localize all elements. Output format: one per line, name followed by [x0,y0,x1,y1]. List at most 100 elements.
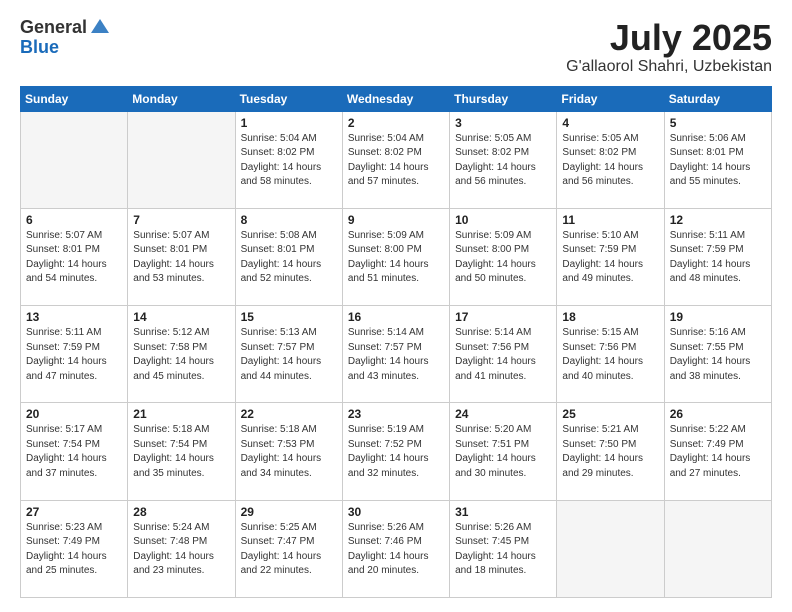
calendar-week-row: 27 Sunrise: 5:23 AM Sunset: 7:49 PM Dayli… [21,500,772,597]
calendar-cell: 23 Sunrise: 5:19 AM Sunset: 7:52 PM Dayli… [342,403,449,500]
day-info: Sunrise: 5:11 AM Sunset: 7:59 PM Dayligh… [670,229,766,287]
day-info: Sunrise: 5:24 AM Sunset: 7:48 PM Dayligh… [133,521,229,579]
calendar-cell [128,111,235,208]
day-info: Sunrise: 5:05 AM Sunset: 8:02 PM Dayligh… [455,132,551,190]
day-info: Sunrise: 5:14 AM Sunset: 7:57 PM Dayligh… [348,326,444,384]
page: General Blue July 2025 G'allaorol Shahri… [0,0,792,612]
day-info: Sunrise: 5:17 AM Sunset: 7:54 PM Dayligh… [26,423,122,481]
logo-icon [89,15,111,37]
calendar-cell: 4 Sunrise: 5:05 AM Sunset: 8:02 PM Daylig… [557,111,664,208]
day-number: 5 [670,116,766,130]
day-info: Sunrise: 5:05 AM Sunset: 8:02 PM Dayligh… [562,132,658,190]
day-info: Sunrise: 5:25 AM Sunset: 7:47 PM Dayligh… [241,521,337,579]
calendar-cell: 15 Sunrise: 5:13 AM Sunset: 7:57 PM Dayli… [235,306,342,403]
calendar-cell: 26 Sunrise: 5:22 AM Sunset: 7:49 PM Dayli… [664,403,771,500]
day-number: 18 [562,310,658,324]
calendar-header-row: SundayMondayTuesdayWednesdayThursdayFrid… [21,86,772,111]
calendar-cell: 16 Sunrise: 5:14 AM Sunset: 7:57 PM Dayli… [342,306,449,403]
day-number: 29 [241,505,337,519]
day-number: 31 [455,505,551,519]
day-number: 24 [455,407,551,421]
day-number: 7 [133,213,229,227]
calendar-cell: 12 Sunrise: 5:11 AM Sunset: 7:59 PM Dayli… [664,208,771,305]
calendar-cell: 10 Sunrise: 5:09 AM Sunset: 8:00 PM Dayli… [450,208,557,305]
calendar-header-thursday: Thursday [450,86,557,111]
calendar-cell: 1 Sunrise: 5:04 AM Sunset: 8:02 PM Daylig… [235,111,342,208]
calendar-cell: 22 Sunrise: 5:18 AM Sunset: 7:53 PM Dayli… [235,403,342,500]
day-number: 22 [241,407,337,421]
day-number: 4 [562,116,658,130]
calendar-cell: 27 Sunrise: 5:23 AM Sunset: 7:49 PM Dayli… [21,500,128,597]
day-number: 1 [241,116,337,130]
calendar-cell: 21 Sunrise: 5:18 AM Sunset: 7:54 PM Dayli… [128,403,235,500]
calendar-cell: 28 Sunrise: 5:24 AM Sunset: 7:48 PM Dayli… [128,500,235,597]
day-info: Sunrise: 5:23 AM Sunset: 7:49 PM Dayligh… [26,521,122,579]
day-info: Sunrise: 5:04 AM Sunset: 8:02 PM Dayligh… [348,132,444,190]
day-number: 12 [670,213,766,227]
day-info: Sunrise: 5:22 AM Sunset: 7:49 PM Dayligh… [670,423,766,481]
day-number: 10 [455,213,551,227]
calendar-cell: 9 Sunrise: 5:09 AM Sunset: 8:00 PM Daylig… [342,208,449,305]
day-number: 11 [562,213,658,227]
day-info: Sunrise: 5:21 AM Sunset: 7:50 PM Dayligh… [562,423,658,481]
calendar-cell: 7 Sunrise: 5:07 AM Sunset: 8:01 PM Daylig… [128,208,235,305]
day-info: Sunrise: 5:12 AM Sunset: 7:58 PM Dayligh… [133,326,229,384]
day-info: Sunrise: 5:07 AM Sunset: 8:01 PM Dayligh… [133,229,229,287]
day-number: 9 [348,213,444,227]
calendar-cell: 13Sunrise: 5:11 AM Sunset: 7:59 PM Dayli… [21,306,128,403]
day-info: Sunrise: 5:14 AM Sunset: 7:56 PM Dayligh… [455,326,551,384]
calendar-header-sunday: Sunday [21,86,128,111]
calendar-cell: 19Sunrise: 5:16 AM Sunset: 7:55 PM Dayli… [664,306,771,403]
calendar-cell: 18 Sunrise: 5:15 AM Sunset: 7:56 PM Dayli… [557,306,664,403]
title-block: July 2025 G'allaorol Shahri, Uzbekistan [566,18,772,76]
calendar-cell: 2Sunrise: 5:04 AM Sunset: 8:02 PM Daylig… [342,111,449,208]
day-info: Sunrise: 5:13 AM Sunset: 7:57 PM Dayligh… [241,326,337,384]
day-number: 26 [670,407,766,421]
calendar-table: SundayMondayTuesdayWednesdayThursdayFrid… [20,86,772,598]
day-info: Sunrise: 5:04 AM Sunset: 8:02 PM Dayligh… [241,132,337,190]
calendar-cell: 20 Sunrise: 5:17 AM Sunset: 7:54 PM Dayli… [21,403,128,500]
day-info: Sunrise: 5:26 AM Sunset: 7:45 PM Dayligh… [455,521,551,579]
day-info: Sunrise: 5:15 AM Sunset: 7:56 PM Dayligh… [562,326,658,384]
calendar-cell: 8Sunrise: 5:08 AM Sunset: 8:01 PM Daylig… [235,208,342,305]
day-info: Sunrise: 5:07 AM Sunset: 8:01 PM Dayligh… [26,229,122,287]
day-info: Sunrise: 5:20 AM Sunset: 7:51 PM Dayligh… [455,423,551,481]
day-number: 20 [26,407,122,421]
day-info: Sunrise: 5:18 AM Sunset: 7:53 PM Dayligh… [241,423,337,481]
day-number: 15 [241,310,337,324]
calendar-week-row: 20 Sunrise: 5:17 AM Sunset: 7:54 PM Dayli… [21,403,772,500]
day-info: Sunrise: 5:10 AM Sunset: 7:59 PM Dayligh… [562,229,658,287]
day-number: 6 [26,213,122,227]
day-number: 21 [133,407,229,421]
day-number: 14 [133,310,229,324]
logo: General Blue [20,18,111,58]
day-number: 17 [455,310,551,324]
calendar-cell [557,500,664,597]
day-info: Sunrise: 5:09 AM Sunset: 8:00 PM Dayligh… [455,229,551,287]
calendar-cell: 24 Sunrise: 5:20 AM Sunset: 7:51 PM Dayli… [450,403,557,500]
calendar-cell: 14 Sunrise: 5:12 AM Sunset: 7:58 PM Dayli… [128,306,235,403]
calendar-header-monday: Monday [128,86,235,111]
day-number: 25 [562,407,658,421]
day-number: 28 [133,505,229,519]
calendar-cell: 6 Sunrise: 5:07 AM Sunset: 8:01 PM Daylig… [21,208,128,305]
day-info: Sunrise: 5:11 AM Sunset: 7:59 PM Dayligh… [26,326,122,384]
day-info: Sunrise: 5:18 AM Sunset: 7:54 PM Dayligh… [133,423,229,481]
day-number: 16 [348,310,444,324]
calendar-cell: 5Sunrise: 5:06 AM Sunset: 8:01 PM Daylig… [664,111,771,208]
calendar-cell: 11 Sunrise: 5:10 AM Sunset: 7:59 PM Dayli… [557,208,664,305]
day-info: Sunrise: 5:19 AM Sunset: 7:52 PM Dayligh… [348,423,444,481]
month-title: July 2025 [566,18,772,58]
calendar-week-row: 13Sunrise: 5:11 AM Sunset: 7:59 PM Dayli… [21,306,772,403]
day-info: Sunrise: 5:09 AM Sunset: 8:00 PM Dayligh… [348,229,444,287]
day-info: Sunrise: 5:26 AM Sunset: 7:46 PM Dayligh… [348,521,444,579]
logo-general-text: General [20,18,87,38]
day-number: 27 [26,505,122,519]
calendar-header-wednesday: Wednesday [342,86,449,111]
calendar-header-friday: Friday [557,86,664,111]
day-number: 23 [348,407,444,421]
calendar-cell: 25 Sunrise: 5:21 AM Sunset: 7:50 PM Dayli… [557,403,664,500]
day-info: Sunrise: 5:08 AM Sunset: 8:01 PM Dayligh… [241,229,337,287]
calendar-week-row: 6 Sunrise: 5:07 AM Sunset: 8:01 PM Daylig… [21,208,772,305]
calendar-header-tuesday: Tuesday [235,86,342,111]
